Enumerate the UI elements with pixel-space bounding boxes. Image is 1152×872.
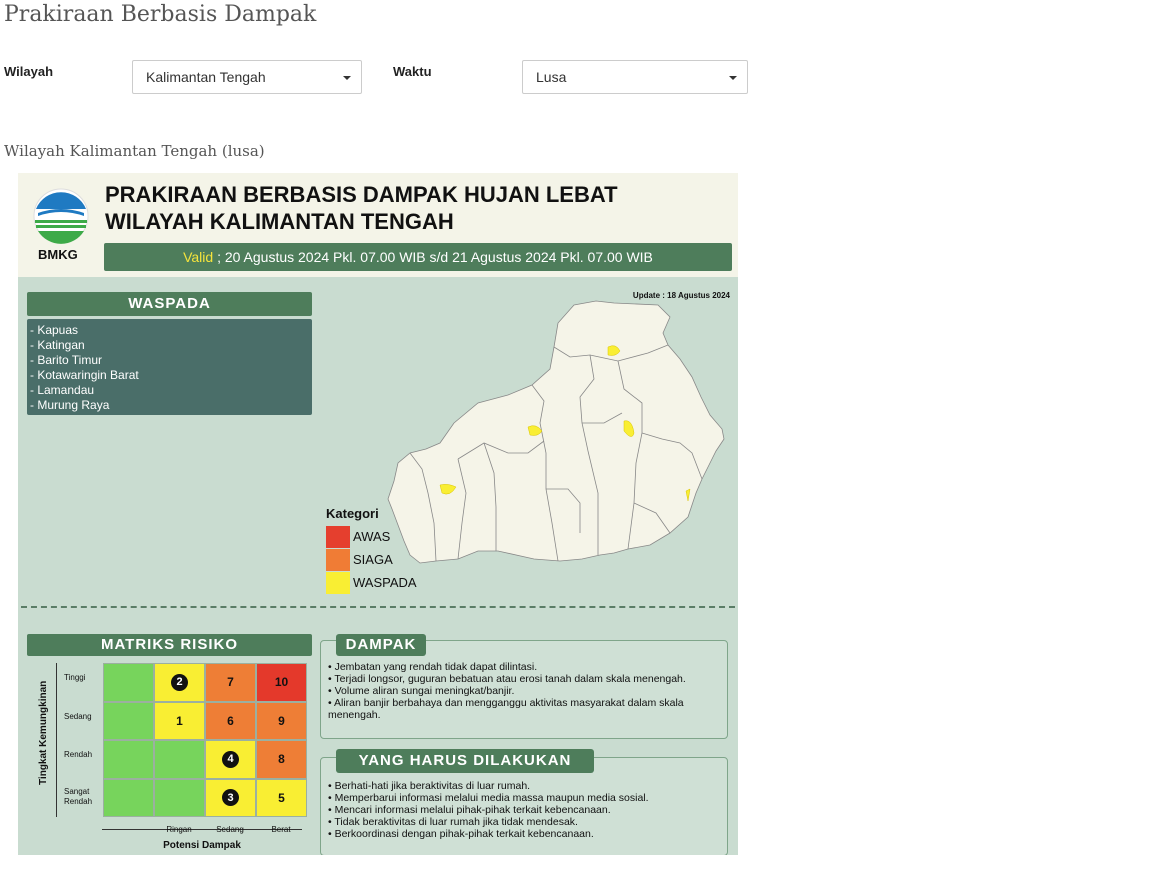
matrix-y-axis-line [56,663,57,817]
dampak-heading: DAMPAK [336,634,426,656]
impact-forecast-infographic: BMKG PRAKIRAAN BERBASIS DAMPAK HUJAN LEB… [18,173,738,855]
section-divider [21,606,735,608]
matrix-cell: 5 [256,778,307,817]
matrix-cell-value: 6 [227,713,234,728]
chevron-down-icon [343,76,351,80]
legend-label: SIAGA [353,552,393,567]
list-item: • Jembatan yang rendah tidak dapat dilin… [328,661,538,673]
list-item: • Aliran banjir berbahaya dan mengganggu… [328,697,684,721]
list-item: • Terjadi longsor, guguran bebatuan atau… [328,673,686,685]
list-item: • Volume aliran sungai meningkat/banjir. [328,685,515,697]
matrix-cell: 8 [256,740,307,779]
matrix-col-label: Ringan [166,825,192,834]
matrix-x-axis-title: Potensi Dampak [163,840,241,851]
matrix-cell-marker: 2 [171,673,188,691]
legend-label: AWAS [353,529,391,544]
list-item: • Berkoordinasi dengan pihak-pihak terka… [328,828,594,840]
matrix-col-label: Sedang [216,825,244,834]
wilayah-label: Wilayah [4,64,54,79]
list-item: - Kapuas [30,323,79,337]
legend-label: WASPADA [353,575,417,590]
matrix-cell-marker: 4 [222,750,239,768]
list-item: • Mencari informasi melalui pihak-pihak … [328,804,611,816]
matrix-cell: 2 [154,663,205,702]
legend-swatch [326,526,350,548]
risk-matrix: 2 7 10 1 6 9 4 8 3 5 [103,663,307,817]
matrix-cell-value: 9 [278,713,285,728]
matrix-cell: 7 [205,663,256,702]
legend-item: SIAGA [326,549,446,571]
page-title: Prakiraan Berbasis Dampak [4,2,317,27]
matrix-cell: 3 [205,778,256,817]
matrix-cell: 1 [154,701,205,740]
list-item: - Barito Timur [30,353,103,367]
infographic-title: PRAKIRAAN BERBASIS DAMPAK HUJAN LEBAT WI… [105,181,618,235]
list-item: - Murung Raya [30,398,110,412]
matrix-cell-marker: 3 [222,789,239,807]
legend-item: AWAS [326,526,446,548]
risk-matrix-heading: MATRIKS RISIKO [27,634,312,656]
matrix-cell [103,701,154,740]
matrix-row-label: Tinggi [64,673,86,682]
legend-swatch [326,572,350,594]
valid-word: Valid [183,249,214,265]
waktu-select-value: Lusa [536,69,567,85]
matrix-row-label: Rendah [64,750,93,759]
matrix-cell [103,740,154,779]
list-item: • Memperbarui informasi melalui media ma… [328,792,649,804]
chevron-down-icon [729,76,737,80]
legend-item: WASPADA [326,572,446,594]
matrix-cell-value: 10 [274,675,289,690]
matrix-cell: 9 [256,701,307,740]
legend-swatch [326,549,350,571]
matrix-cell [154,778,205,817]
waspada-region-list: - Kapuas - Katingan - Barito Timur - Kotawa… [27,319,312,415]
list-item: - Kotawaringin Barat [30,368,139,382]
matrix-cell-value: 1 [176,713,183,728]
matrix-cell: 10 [256,663,307,702]
list-item: - Lamandau [30,383,95,397]
title-line-1: PRAKIRAAN BERBASIS DAMPAK HUJAN LEBAT [105,182,618,207]
region-map [387,300,725,564]
matrix-cell [103,778,154,817]
wilayah-select[interactable]: Kalimantan Tengah [132,60,362,94]
matrix-cell [103,663,154,702]
matrix-row-label: Sangat Rendah [64,787,93,806]
list-item: • Berhati-hati jika beraktivitas di luar… [328,780,531,792]
wilayah-select-value: Kalimantan Tengah [146,69,266,85]
matrix-cell-value: 5 [278,790,285,805]
region-subheading: Wilayah Kalimantan Tengah (lusa) [4,142,265,160]
infographic-header: BMKG PRAKIRAAN BERBASIS DAMPAK HUJAN LEB… [18,173,738,277]
matrix-cell-value: 7 [227,675,234,690]
matrix-y-axis-title: Tingkat Kemungkinan [38,680,49,785]
logo-text: BMKG [38,247,78,262]
dampak-list: • Jembatan yang rendah tidak dapat dilin… [328,661,724,721]
matrix-cell: 4 [205,740,256,779]
map-kalimantan-tengah [387,300,725,564]
matrix-col-label: Berat [271,825,291,834]
legend-title: Kategori [326,506,379,521]
harus-heading: YANG HARUS DILAKUKAN [336,749,594,773]
waktu-label: Waktu [393,64,432,79]
matrix-cell: 6 [205,701,256,740]
bmkg-logo-icon [33,188,89,244]
title-line-2: WILAYAH KALIMANTAN TENGAH [105,209,454,234]
valid-period-text: ; 20 Agustus 2024 Pkl. 07.00 WIB s/d 21 … [213,249,653,265]
waktu-select[interactable]: Lusa [522,60,748,94]
list-item: - Katingan [30,338,85,352]
list-item: • Tidak beraktivitas di luar rumah jika … [328,816,578,828]
matrix-cell-value: 8 [278,752,285,767]
matrix-row-label: Sedang [64,712,92,721]
harus-list: • Berhati-hati jika beraktivitas di luar… [328,780,724,840]
waspada-heading: WASPADA [27,292,312,316]
matrix-cell [154,740,205,779]
valid-period-bar: Valid ; 20 Agustus 2024 Pkl. 07.00 WIB s… [104,243,732,271]
